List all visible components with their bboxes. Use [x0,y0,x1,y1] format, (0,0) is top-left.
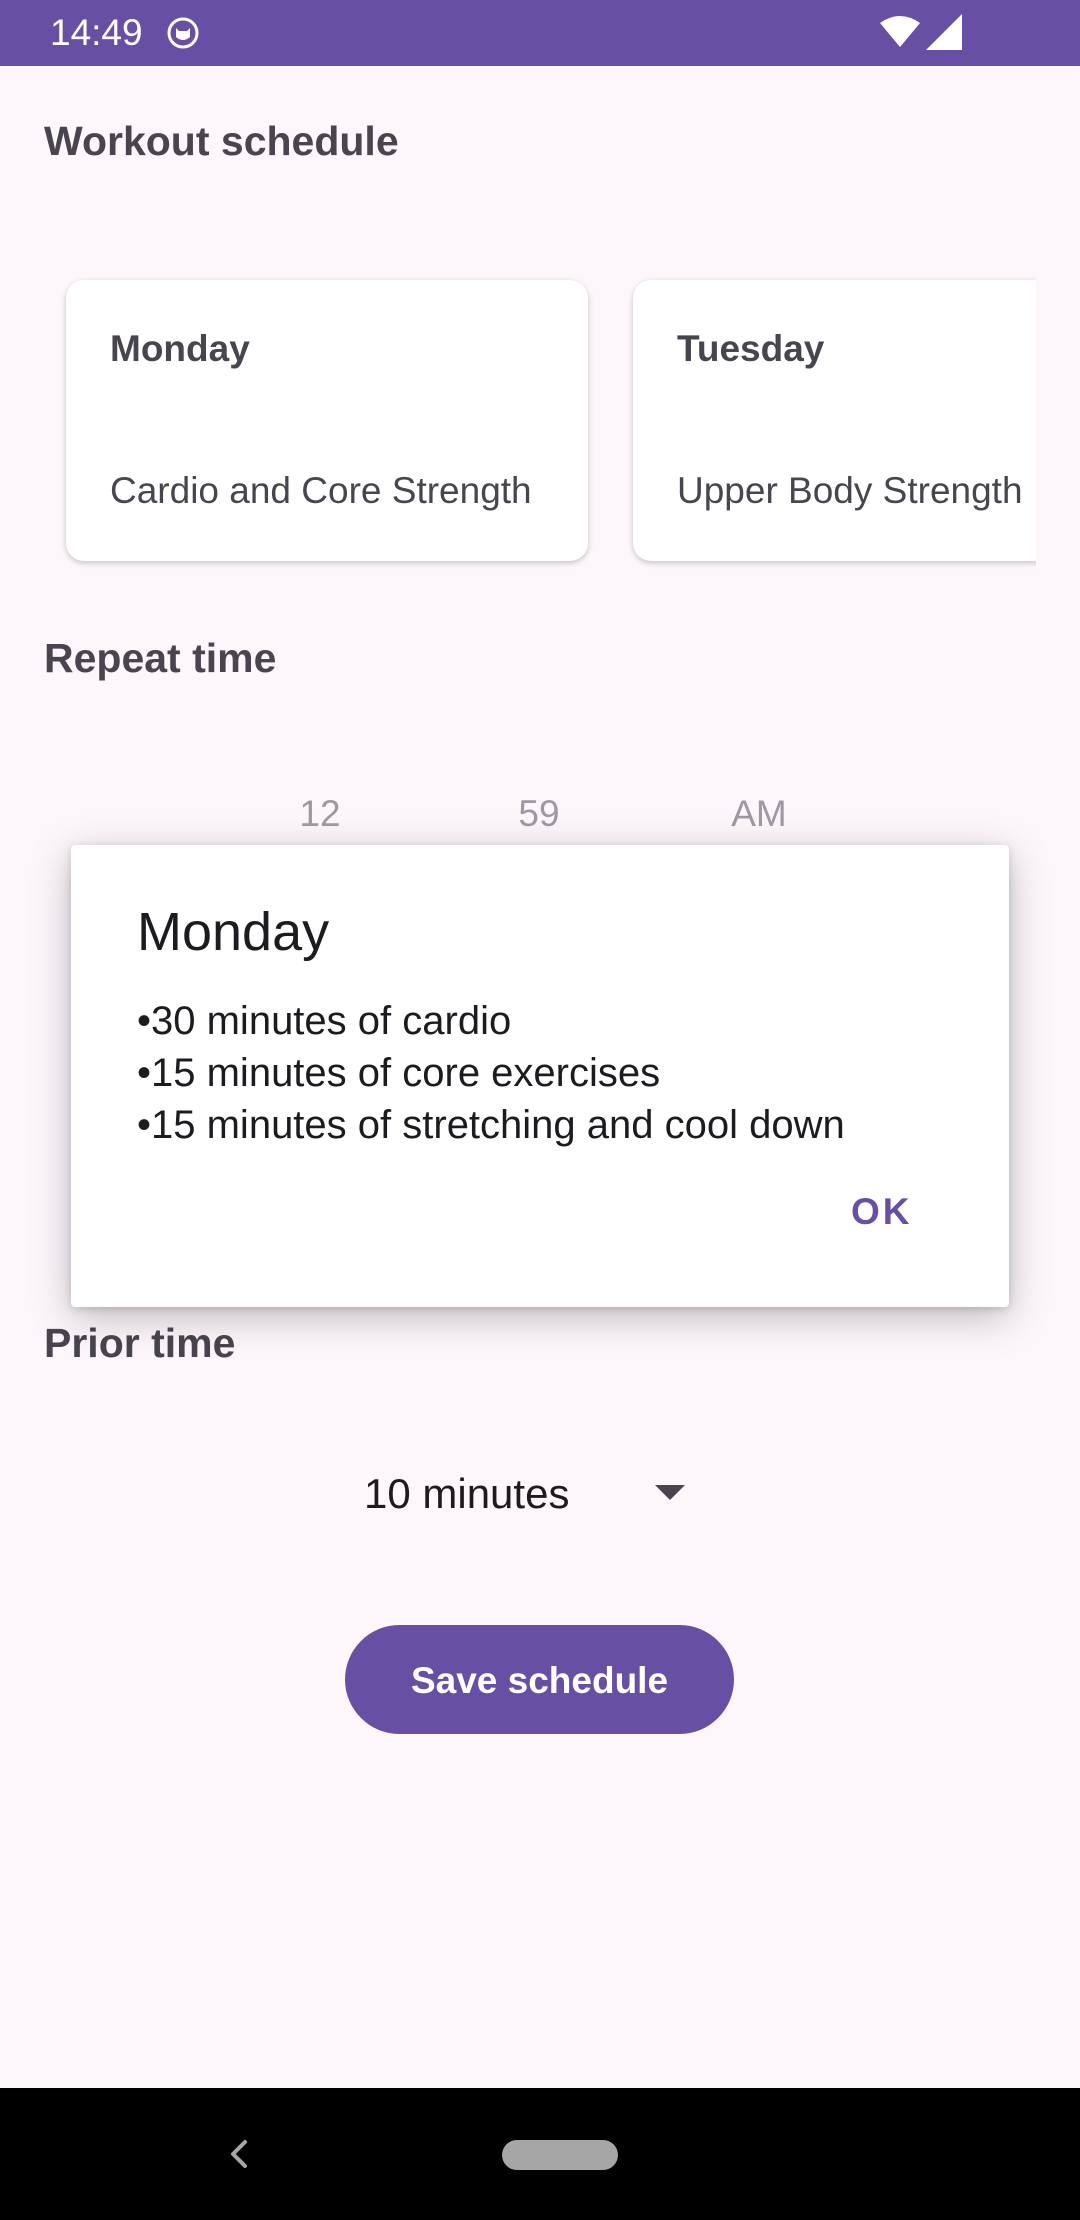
workout-cards-carousel[interactable]: Monday Cardio and Core Strength Tuesday … [44,260,1036,582]
wifi-icon [880,16,920,47]
card-day-label: Monday [110,328,250,369]
signal-icon [926,14,962,50]
save-schedule-button[interactable]: Save schedule [345,1625,734,1734]
status-bar: 14:49 [0,0,1080,66]
workout-card-monday[interactable]: Monday Cardio and Core Strength [66,280,588,561]
dialog-title: Monday [137,902,330,962]
dialog-line: •15 minutes of stretching and cool down [137,1103,845,1147]
home-pill-icon[interactable] [502,2140,618,2170]
back-icon[interactable] [223,2128,255,2180]
prior-time-title: Prior time [44,1320,236,1366]
workout-detail-dialog: Monday •30 minutes of cardio •15 minutes… [71,845,1009,1307]
dialog-line: •15 minutes of core exercises [137,1051,661,1095]
cat-notification-icon [167,17,199,49]
prior-time-value: 10 minutes [364,1470,570,1517]
status-time: 14:49 [50,12,143,53]
repeat-time-title: Repeat time [44,635,277,681]
am-pm-picker[interactable]: AM [699,793,819,835]
navigation-bar [0,2088,1080,2220]
dialog-line: •30 minutes of cardio [137,999,512,1043]
card-description: Cardio and Core Strength [110,470,532,511]
minute-picker[interactable]: 59 [479,793,599,835]
workout-card-tuesday[interactable]: Tuesday Upper Body Strength [633,280,1036,561]
card-day-label: Tuesday [677,328,825,369]
dialog-body: •30 minutes of cardio •15 minutes of cor… [137,995,845,1151]
dialog-ok-button[interactable]: OK [851,1191,913,1233]
hour-picker[interactable]: 12 [260,793,380,835]
card-description: Upper Body Strength [677,470,1023,511]
dropdown-arrow-icon [655,1485,685,1500]
workout-schedule-title: Workout schedule [44,118,399,164]
prior-time-dropdown[interactable]: 10 minutes [340,1460,720,1530]
